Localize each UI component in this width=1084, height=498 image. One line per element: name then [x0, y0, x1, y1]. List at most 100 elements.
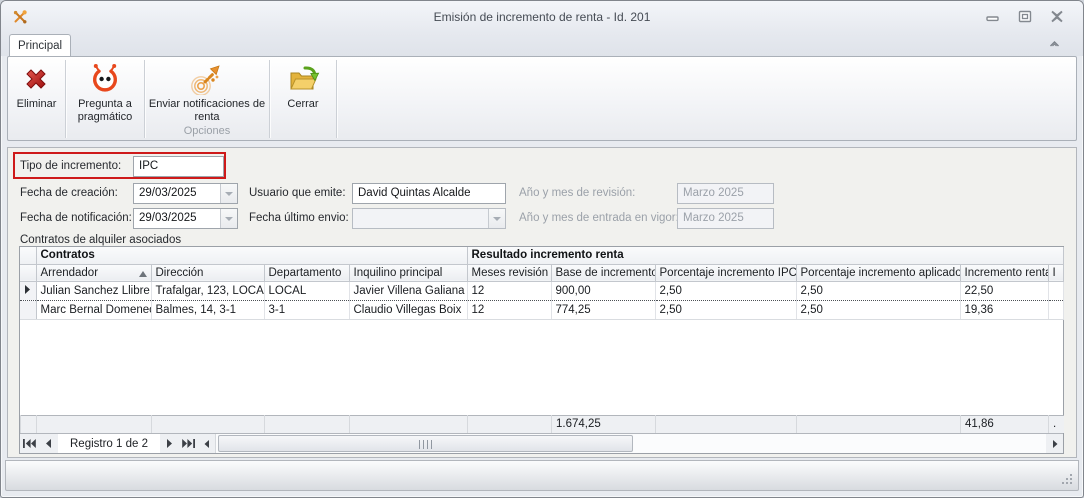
col-incremento-renta[interactable]: Incremento renta: [960, 264, 1048, 281]
cell[interactable]: 2,50: [796, 300, 960, 319]
fecha-creacion-label: Fecha de creación:: [20, 187, 118, 199]
summary-cell: [656, 415, 797, 433]
nav-last-button[interactable]: [179, 434, 198, 453]
enviar-notificaciones-button[interactable]: Enviar notificaciones de renta: [145, 58, 269, 123]
ribbon: Eliminar Pregunta a pragmático: [7, 56, 1077, 141]
tab-principal[interactable]: Principal: [9, 34, 71, 56]
fecha-notificacion-field[interactable]: 29/03/2025: [133, 208, 238, 229]
row-focus-icon: [25, 285, 30, 294]
grid-caption: Contratos de alquiler asociados: [20, 234, 181, 246]
ribbon-tab-row: Principal: [1, 33, 1083, 56]
tipo-incremento-label: Tipo de incremento:: [20, 160, 121, 172]
cell[interactable]: Marc Bernal Domenech: [36, 300, 151, 319]
col-base-incremento[interactable]: Base de incremento: [551, 264, 655, 281]
col-porcentaje-ipc[interactable]: Porcentaje incremento IPC: [655, 264, 796, 281]
enviar-notificaciones-label: Enviar notificaciones de renta: [145, 98, 269, 123]
scroll-right-icon: [1052, 440, 1058, 448]
cell[interactable]: 12: [467, 300, 551, 319]
window-title: Emisión de incremento de renta - Id. 201: [101, 10, 983, 24]
ribbon-group-opciones: Enviar notificaciones de renta Opciones: [145, 58, 269, 140]
ribbon-separator: [336, 60, 337, 138]
scrollbar-thumb[interactable]: [218, 435, 633, 452]
group-caption-opciones: Opciones: [145, 125, 269, 140]
usuario-emite-field[interactable]: David Quintas Alcalde: [352, 183, 506, 204]
cell[interactable]: 774,25: [551, 300, 655, 319]
cerrar-button[interactable]: Cerrar: [286, 58, 320, 111]
cell[interactable]: 12: [467, 281, 551, 300]
eliminar-button[interactable]: Eliminar: [17, 58, 57, 111]
cell[interactable]: 3-1: [264, 300, 349, 319]
scroll-right-button[interactable]: [1046, 434, 1063, 453]
col-porcentaje-aplicado[interactable]: Porcentaje incremento aplicado: [796, 264, 960, 281]
restore-button[interactable]: [1017, 10, 1033, 23]
tipo-incremento-field[interactable]: IPC: [133, 156, 224, 177]
summary-row: 1.674,25 41,86 .: [20, 415, 1064, 434]
cell[interactable]: 22,50: [960, 281, 1048, 300]
fecha-notificacion-dropdown[interactable]: [220, 209, 237, 228]
cell[interactable]: Balmes, 14, 3-1: [151, 300, 264, 319]
ultimo-envio-label: Fecha último envio:: [249, 212, 349, 224]
col-inquilino[interactable]: Inquilino principal: [349, 264, 467, 281]
band-resultado[interactable]: Resultado incremento renta: [467, 247, 1063, 264]
fecha-notificacion-label: Fecha de notificación:: [20, 212, 132, 224]
row-selector[interactable]: [20, 300, 36, 319]
selector-band-cell: [20, 247, 36, 264]
usuario-emite-label: Usuario que emite:: [249, 187, 346, 199]
col-meses-revision[interactable]: Meses revisión: [467, 264, 551, 281]
close-folder-icon: [286, 63, 320, 95]
cell[interactable]: Julian Sanchez Llibre: [36, 281, 151, 300]
fecha-notificacion-value: 29/03/2025: [139, 212, 197, 224]
band-contratos[interactable]: Contratos: [36, 247, 467, 264]
fecha-creacion-value: 29/03/2025: [139, 187, 197, 199]
summary-cell: [21, 415, 37, 433]
scrollbar-grip: [419, 440, 433, 449]
ribbon-collapse-icon[interactable]: [1048, 38, 1061, 50]
usuario-emite-value: David Quintas Alcalde: [358, 187, 471, 199]
cell[interactable]: Claudio Villegas Boix: [349, 300, 467, 319]
pregunta-pragmatico-label: Pregunta a pragmático: [66, 98, 144, 123]
summary-cell: [468, 415, 552, 433]
col-partial[interactable]: I: [1048, 264, 1063, 281]
horizontal-scrollbar[interactable]: [215, 434, 1046, 453]
table-row[interactable]: Marc Bernal Domenech Balmes, 14, 3-1 3-1…: [20, 300, 1063, 319]
cell[interactable]: 19,36: [960, 300, 1048, 319]
summary-cell: [152, 415, 265, 433]
row-focus-indicator: [20, 281, 36, 300]
nav-prev-button[interactable]: [39, 434, 58, 453]
cell[interactable]: Trafalgar, 123, LOCAL: [151, 281, 264, 300]
nav-prev-icon: [45, 439, 52, 448]
cell[interactable]: 2,50: [655, 281, 796, 300]
eliminar-label: Eliminar: [17, 98, 57, 111]
col-departamento[interactable]: Departamento: [264, 264, 349, 281]
cell[interactable]: Javier Villena Galiana: [349, 281, 467, 300]
anio-revision-field: Marzo 2025: [677, 183, 774, 204]
cell[interactable]: 900,00: [551, 281, 655, 300]
cell[interactable]: 2,50: [796, 281, 960, 300]
nav-next-button[interactable]: [160, 434, 179, 453]
col-arrendador[interactable]: Arrendador: [36, 264, 151, 281]
cell[interactable]: LOCAL: [264, 281, 349, 300]
scroll-left-button[interactable]: [198, 434, 215, 453]
sort-asc-icon: [139, 271, 147, 277]
selector-header-cell: [20, 264, 36, 281]
grid-empty-area: [20, 320, 1063, 415]
table-row[interactable]: Julian Sanchez Llibre Trafalgar, 123, LO…: [20, 281, 1063, 300]
pregunta-pragmatico-button[interactable]: Pregunta a pragmático: [66, 58, 144, 123]
col-arrendador-label: Arrendador: [41, 267, 99, 279]
robot-icon: [88, 63, 122, 95]
cell[interactable]: [1048, 281, 1063, 300]
cell[interactable]: 2,50: [655, 300, 796, 319]
nav-next-icon: [166, 439, 173, 448]
fecha-creacion-dropdown[interactable]: [220, 184, 237, 203]
nav-first-button[interactable]: [20, 434, 39, 453]
summary-incremento-renta: 41,86: [961, 415, 1049, 433]
minimize-button[interactable]: [985, 10, 1001, 23]
col-direccion[interactable]: Dirección: [151, 264, 264, 281]
status-bar: [5, 460, 1079, 491]
fecha-creacion-field[interactable]: 29/03/2025: [133, 183, 238, 204]
cell[interactable]: [1048, 300, 1063, 319]
send-notifications-icon: [190, 63, 224, 95]
close-button[interactable]: [1049, 10, 1065, 23]
cerrar-label: Cerrar: [287, 98, 318, 111]
resize-grip-icon[interactable]: [1062, 474, 1073, 485]
